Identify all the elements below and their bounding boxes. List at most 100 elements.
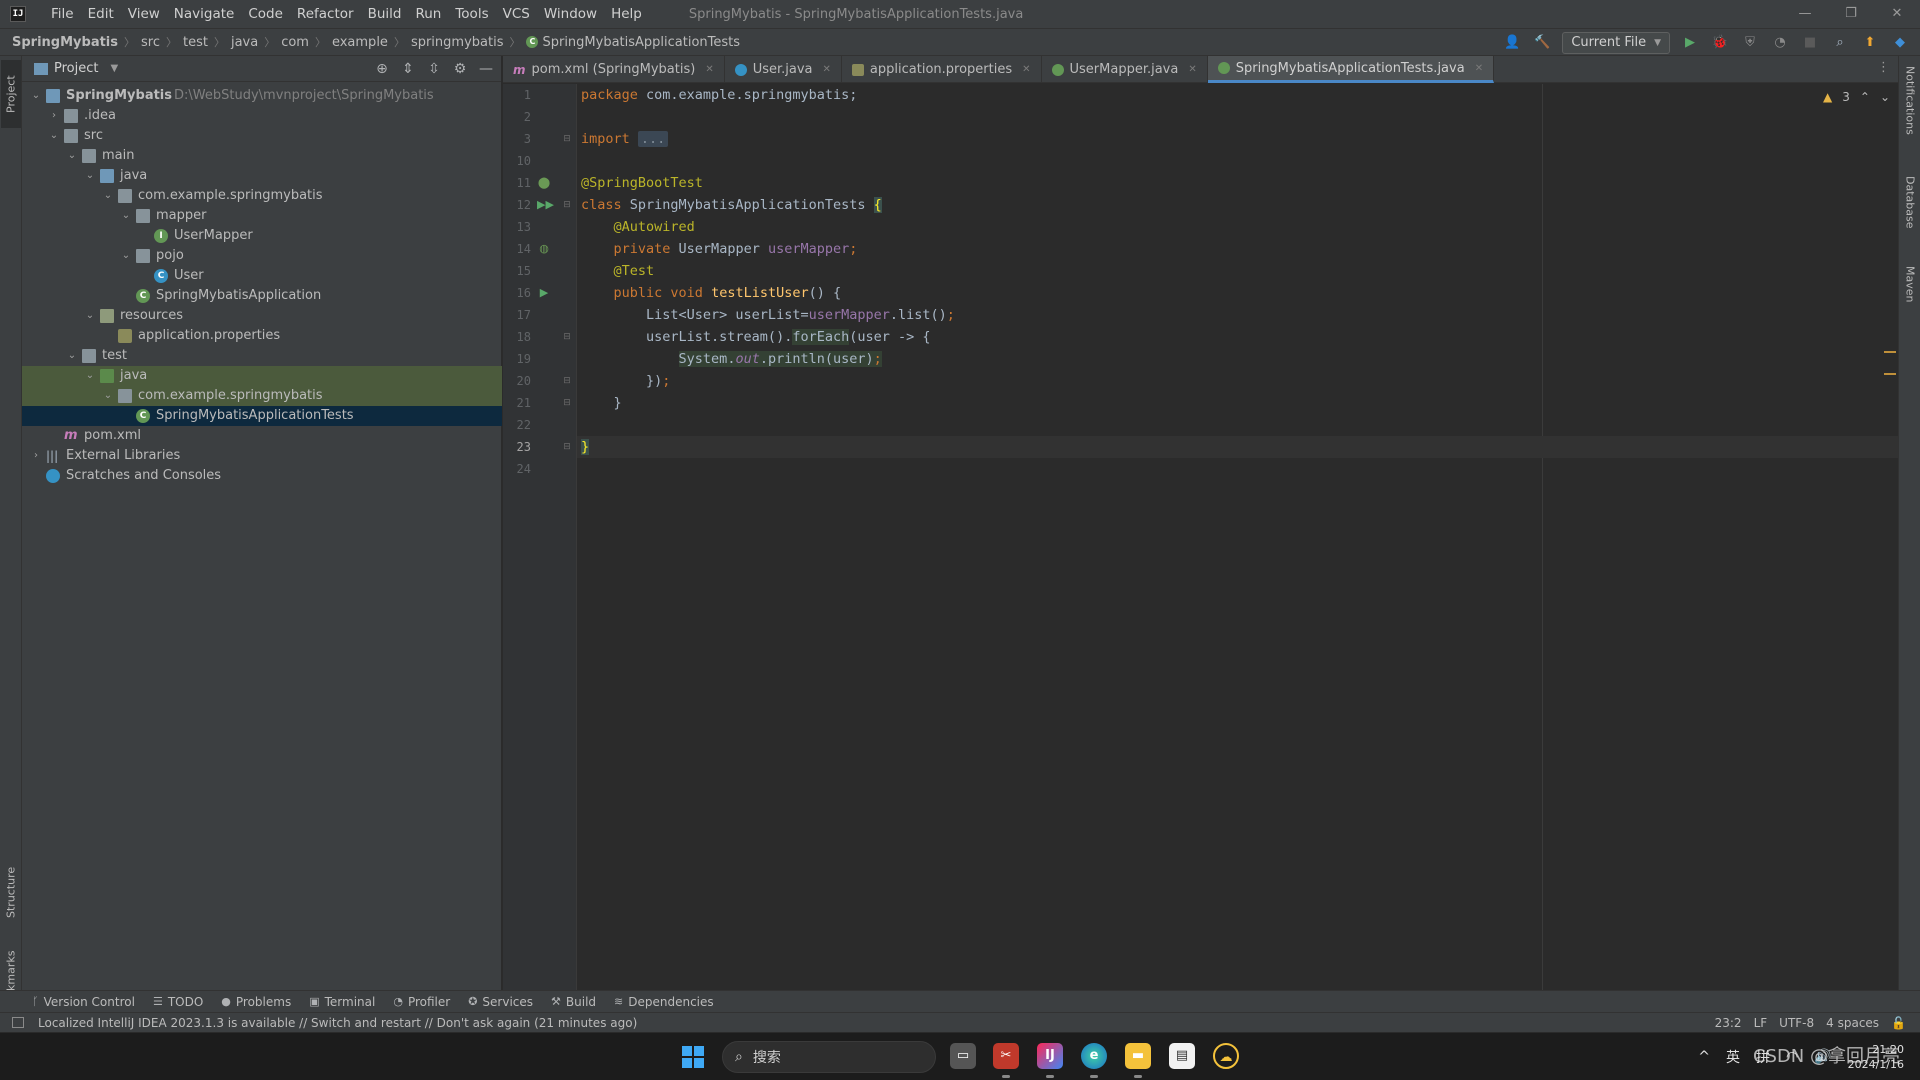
chevron-right-icon[interactable]: › — [48, 106, 60, 126]
snipping-tool-icon[interactable]: ✂ — [993, 1043, 1019, 1069]
chevron-right-icon[interactable]: › — [30, 446, 42, 466]
tree-item[interactable]: Scratches and Consoles — [22, 466, 502, 486]
fold-marker-icon[interactable]: ⊟ — [562, 326, 572, 348]
close-icon[interactable]: ✕ — [1475, 63, 1483, 74]
close-button[interactable]: ✕ — [1874, 0, 1920, 28]
tree-item[interactable]: I UserMapper — [22, 226, 502, 246]
tree-item[interactable]: ⌄ java — [22, 166, 502, 186]
windows-start-icon[interactable] — [682, 1046, 704, 1068]
notepad-icon[interactable]: ▤ — [1169, 1043, 1195, 1069]
close-icon[interactable]: ✕ — [1188, 64, 1196, 75]
editor-tab-pom[interactable]: m pom.xml (SpringMybatis) ✕ — [503, 56, 725, 83]
chevron-down-icon[interactable]: ⌄ — [84, 166, 96, 186]
chevron-down-icon[interactable]: ▼ — [110, 63, 118, 74]
chevron-up-icon[interactable]: ⌃ — [1860, 90, 1870, 104]
tree-item[interactable]: C SpringMybatisApplicationTests — [22, 406, 502, 426]
close-icon[interactable]: ✕ — [1022, 64, 1030, 75]
tree-item[interactable]: ⌄ main — [22, 146, 502, 166]
line-separator[interactable]: LF — [1754, 1013, 1768, 1033]
fold-marker-icon[interactable]: ⊟ — [562, 370, 572, 392]
inspection-widget[interactable]: ▲ 3 ⌃ ⌄ — [1823, 90, 1890, 104]
tree-item[interactable]: ⌄ com.example.springmybatis — [22, 186, 502, 206]
minimize-button[interactable]: — — [1782, 0, 1828, 28]
line-number[interactable]: 15 — [503, 260, 531, 282]
chevron-down-icon[interactable]: ⌄ — [84, 306, 96, 326]
jetbrains-ai-icon[interactable]: ◆ — [1890, 33, 1910, 53]
menu-tools[interactable]: Tools — [448, 0, 495, 28]
tree-item[interactable]: ⌄ mapper — [22, 206, 502, 226]
close-icon[interactable]: ✕ — [823, 64, 831, 75]
chevron-down-icon[interactable]: ⌄ — [120, 246, 132, 266]
intellij-taskbar-icon[interactable]: IJ — [1037, 1043, 1063, 1069]
tree-item[interactable]: ⌄ java — [22, 366, 502, 386]
breadcrumb-com[interactable]: com — [281, 35, 309, 50]
line-number[interactable]: 13 — [503, 216, 531, 238]
coverage-icon[interactable]: ⛨ — [1740, 33, 1760, 53]
expand-all-icon[interactable]: ⇕ — [399, 59, 417, 79]
line-number[interactable]: 20 — [503, 370, 531, 392]
update-icon[interactable]: ⬆ — [1860, 33, 1880, 53]
caret-position[interactable]: 23:2 — [1715, 1013, 1742, 1033]
tool-terminal[interactable]: ▣ Terminal — [309, 995, 375, 1009]
line-number[interactable]: 17 — [503, 304, 531, 326]
breadcrumb-springmybatis[interactable]: springmybatis — [411, 35, 504, 50]
task-view-icon[interactable]: ▭ — [950, 1043, 976, 1069]
tool-profiler[interactable]: ◔ Profiler — [393, 995, 450, 1009]
menu-code[interactable]: Code — [241, 0, 290, 28]
line-number[interactable]: 22 — [503, 414, 531, 436]
breadcrumb-project[interactable]: SpringMybatis — [12, 35, 118, 50]
build-hammer-icon[interactable]: 🔨 — [1532, 33, 1552, 53]
tree-item[interactable]: C SpringMybatisApplication — [22, 286, 502, 306]
breadcrumb-java[interactable]: java — [231, 35, 258, 50]
locate-icon[interactable]: ⊕ — [373, 59, 391, 79]
chevron-down-icon[interactable]: ⌄ — [30, 86, 42, 106]
line-number[interactable]: 16 — [503, 282, 531, 304]
collapse-all-icon[interactable]: ⇳ — [425, 59, 443, 79]
tool-services[interactable]: ✪ Services — [468, 995, 533, 1009]
input-lang-indicator[interactable]: 英 — [1726, 1047, 1740, 1067]
menu-window[interactable]: Window — [537, 0, 604, 28]
chevron-down-icon[interactable]: ⌄ — [102, 186, 114, 206]
file-explorer-icon[interactable]: ▬ — [1125, 1043, 1151, 1069]
fold-marker-icon[interactable]: ⊟ — [562, 392, 572, 414]
line-number[interactable]: 24 — [503, 458, 531, 480]
line-number[interactable]: 3 — [503, 128, 531, 150]
chevron-down-icon[interactable]: ⌄ — [102, 386, 114, 406]
run-test-icon[interactable]: ▶ — [537, 282, 551, 304]
search-icon[interactable]: ⌕ — [1830, 33, 1850, 53]
chevron-down-icon[interactable]: ⌄ — [66, 346, 78, 366]
cloud-app-icon[interactable]: ☁ — [1213, 1043, 1239, 1069]
fold-marker-icon[interactable]: ⊟ — [562, 436, 572, 458]
tool-tab-structure[interactable]: Structure — [1, 852, 21, 932]
menu-file[interactable]: File — [44, 0, 81, 28]
line-number[interactable]: 18 — [503, 326, 531, 348]
stop-icon[interactable]: ■ — [1800, 33, 1820, 53]
tool-problems[interactable]: ● Problems — [221, 995, 291, 1009]
window-icon[interactable] — [12, 1017, 24, 1028]
line-number[interactable]: 23 — [503, 436, 531, 458]
project-panel-title[interactable]: Project — [54, 61, 98, 76]
chevron-down-icon[interactable]: ⌄ — [66, 146, 78, 166]
menu-build[interactable]: Build — [361, 0, 409, 28]
tool-build[interactable]: ⚒ Build — [551, 995, 596, 1009]
fold-marker-icon[interactable]: ⊟ — [562, 194, 572, 216]
indent-setting[interactable]: 4 spaces — [1826, 1013, 1879, 1033]
file-encoding[interactable]: UTF-8 — [1779, 1013, 1814, 1033]
hide-icon[interactable]: — — [477, 59, 495, 79]
tool-version-control[interactable]: ᚴ Version Control — [32, 995, 135, 1009]
line-number[interactable]: 1 — [503, 84, 531, 106]
menu-vcs[interactable]: VCS — [496, 0, 537, 28]
tree-item[interactable]: ⌄ src — [22, 126, 502, 146]
line-number[interactable]: 14 — [503, 238, 531, 260]
editor-tab-user[interactable]: User.java ✕ — [725, 56, 842, 83]
editor-tab-properties[interactable]: application.properties ✕ — [842, 56, 1042, 83]
edge-browser-icon[interactable]: e — [1081, 1043, 1107, 1069]
debug-icon[interactable]: 🐞 — [1710, 33, 1730, 53]
run-icon[interactable]: ▶ — [1680, 33, 1700, 53]
breadcrumb-test[interactable]: test — [183, 35, 208, 50]
tree-item[interactable]: C User — [22, 266, 502, 286]
more-options-icon[interactable]: ⋮ — [1877, 60, 1890, 75]
tree-item[interactable]: ⌄ pojo — [22, 246, 502, 266]
breadcrumb-class[interactable]: SpringMybatisApplicationTests — [542, 35, 740, 50]
restore-button[interactable]: ❐ — [1828, 0, 1874, 28]
